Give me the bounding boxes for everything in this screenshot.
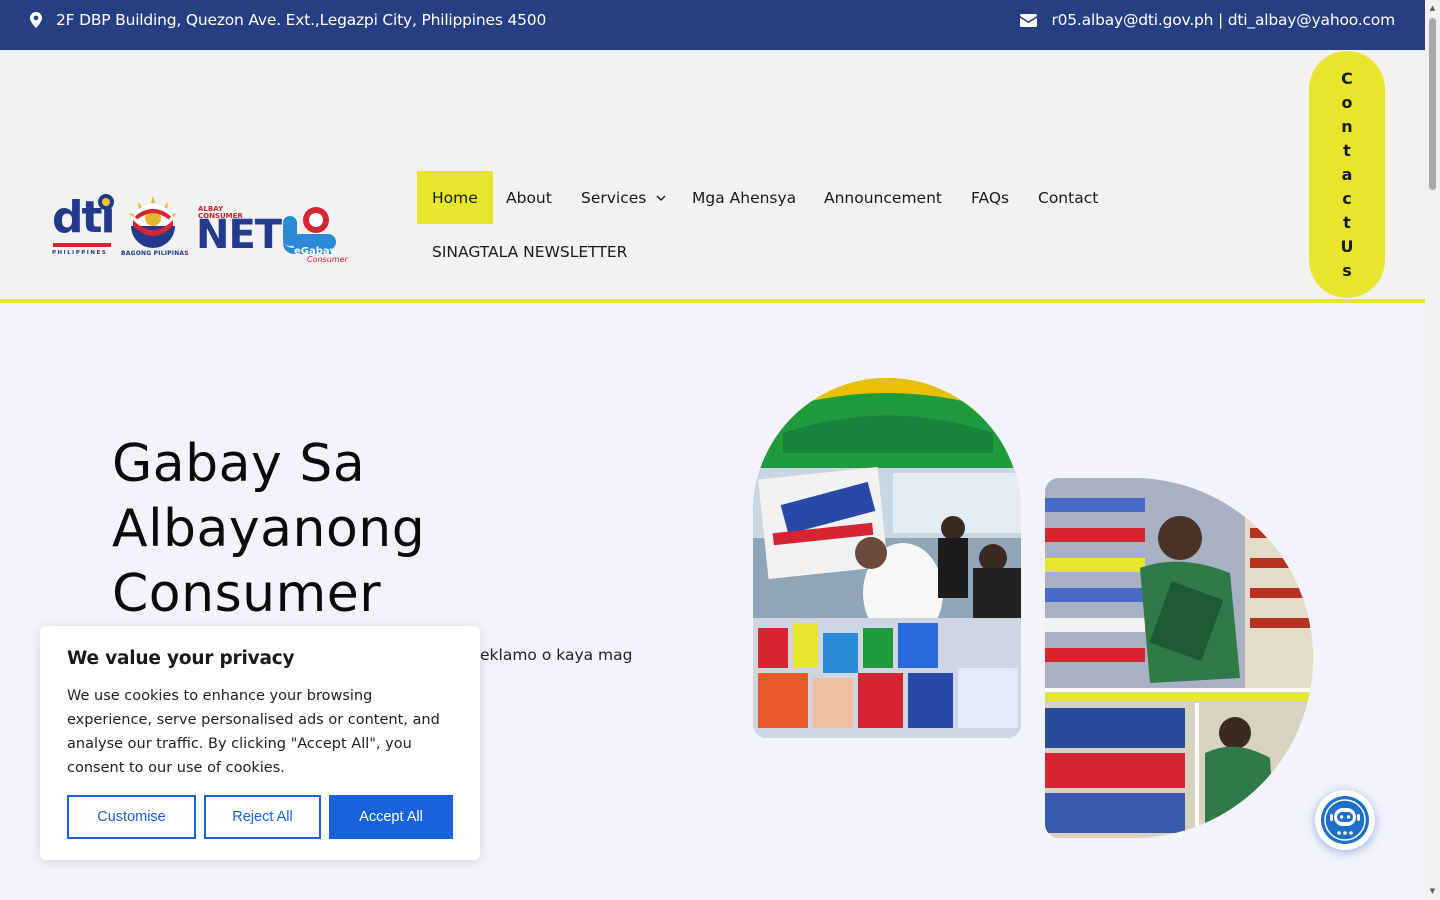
envelope-icon [1020, 13, 1038, 27]
cookie-body: We use cookies to enhance your browsing … [67, 688, 440, 776]
dti-subtitle: PHILIPPINES [52, 250, 108, 256]
hero-title-line: Albayanong [112, 499, 426, 559]
price-monitoring-photo [1045, 478, 1313, 838]
nav-faqs-label: FAQs [971, 188, 1010, 207]
email-block: r05.albay@dti.gov.ph | dti_albay@yahoo.c… [1020, 0, 1395, 40]
contact-letter: n [1341, 116, 1353, 136]
contact-letter: a [1341, 164, 1353, 184]
egabay-sublabel: Consumer [307, 255, 348, 264]
scrollbar-thumb[interactable] [1429, 18, 1436, 190]
scroll-up-arrow-icon[interactable]: ▲ [1428, 4, 1437, 13]
dti-stripe [53, 243, 111, 247]
chevron-down-icon [656, 195, 666, 201]
bagong-pilipinas-label: BAGONG PILIPINAS [121, 250, 189, 257]
logo-group[interactable]: dti PHILIPPINES BAGONG PILIPINAS ALBAY CO… [52, 192, 348, 264]
nav-faqs[interactable]: FAQs [956, 171, 1024, 224]
nav-services-label: Services [581, 188, 647, 207]
nav-home-label: Home [432, 188, 478, 207]
contact-letter: C [1341, 68, 1353, 88]
hero-title-line: Gabay Sa [112, 434, 366, 494]
contact-letter: s [1342, 260, 1352, 280]
cookie-title: We value your privacy [67, 648, 295, 669]
reject-all-button[interactable]: Reject All [204, 795, 321, 839]
accept-all-button[interactable]: Accept All [329, 795, 453, 839]
hero-title-line: Consumer [112, 564, 382, 624]
caravan-booth-photo [753, 378, 1021, 738]
nav-mga-ahensya[interactable]: Mga Ahensya [677, 171, 811, 224]
page-scrollbar[interactable]: ▲ ▼ [1425, 0, 1440, 900]
nav-services[interactable]: Services [566, 171, 681, 224]
nav-home[interactable]: Home [417, 171, 493, 224]
address-text: 2F DBP Building, Quezon Ave. Ext.,Legazp… [56, 11, 547, 29]
nav-contact[interactable]: Contact [1023, 171, 1113, 224]
contact-letter: c [1342, 188, 1352, 208]
site-header: dti PHILIPPINES BAGONG PILIPINAS ALBAY CO… [0, 50, 1425, 303]
top-info-bar: 2F DBP Building, Quezon Ave. Ext.,Legazp… [0, 0, 1425, 50]
nav-mga-ahensya-label: Mga Ahensya [692, 188, 797, 207]
nav-about[interactable]: About [491, 171, 567, 224]
caravan-photo-illustration [753, 378, 1021, 738]
hero-title: Gabay Sa Albayanong Consumer [112, 432, 672, 627]
dti-emblem-icon [98, 194, 114, 210]
contact-letter: U [1340, 236, 1354, 256]
email-text[interactable]: r05.albay@dti.gov.ph | dti_albay@yahoo.c… [1051, 11, 1395, 29]
hero-description-text: eklamo o kaya mag [480, 646, 633, 664]
bagong-pilipinas-seal-icon [129, 196, 177, 248]
contact-letter: t [1343, 212, 1351, 232]
cookie-buttons: Customise Reject All Accept All [67, 795, 453, 839]
nav-contact-label: Contact [1038, 188, 1099, 207]
contact-us-button[interactable]: C o n t a c t U s [1309, 51, 1385, 298]
contact-letter: t [1343, 140, 1351, 160]
nav-sinagtala-label: SINAGTALA NEWSLETTER [432, 242, 628, 261]
nav-sinagtala-newsletter[interactable]: SINAGTALA NEWSLETTER [417, 225, 642, 278]
consumer-net-logo: NET [196, 212, 282, 258]
scroll-down-arrow-icon[interactable]: ▼ [1428, 887, 1437, 896]
chatbot-launcher-button[interactable] [1315, 790, 1375, 850]
supermarket-photo-illustration [1045, 478, 1313, 838]
address-block: 2F DBP Building, Quezon Ave. Ext.,Legazp… [30, 0, 546, 40]
chatbot-robot-icon [1321, 796, 1369, 844]
cookie-consent-banner: We value your privacy We use cookies to … [40, 626, 480, 860]
nav-announcement-label: Announcement [824, 188, 942, 207]
nav-about-label: About [506, 188, 552, 207]
customise-button[interactable]: Customise [67, 795, 196, 839]
contact-letter: o [1341, 92, 1353, 112]
nav-announcement[interactable]: Announcement [809, 171, 957, 224]
location-pin-icon [30, 12, 42, 28]
